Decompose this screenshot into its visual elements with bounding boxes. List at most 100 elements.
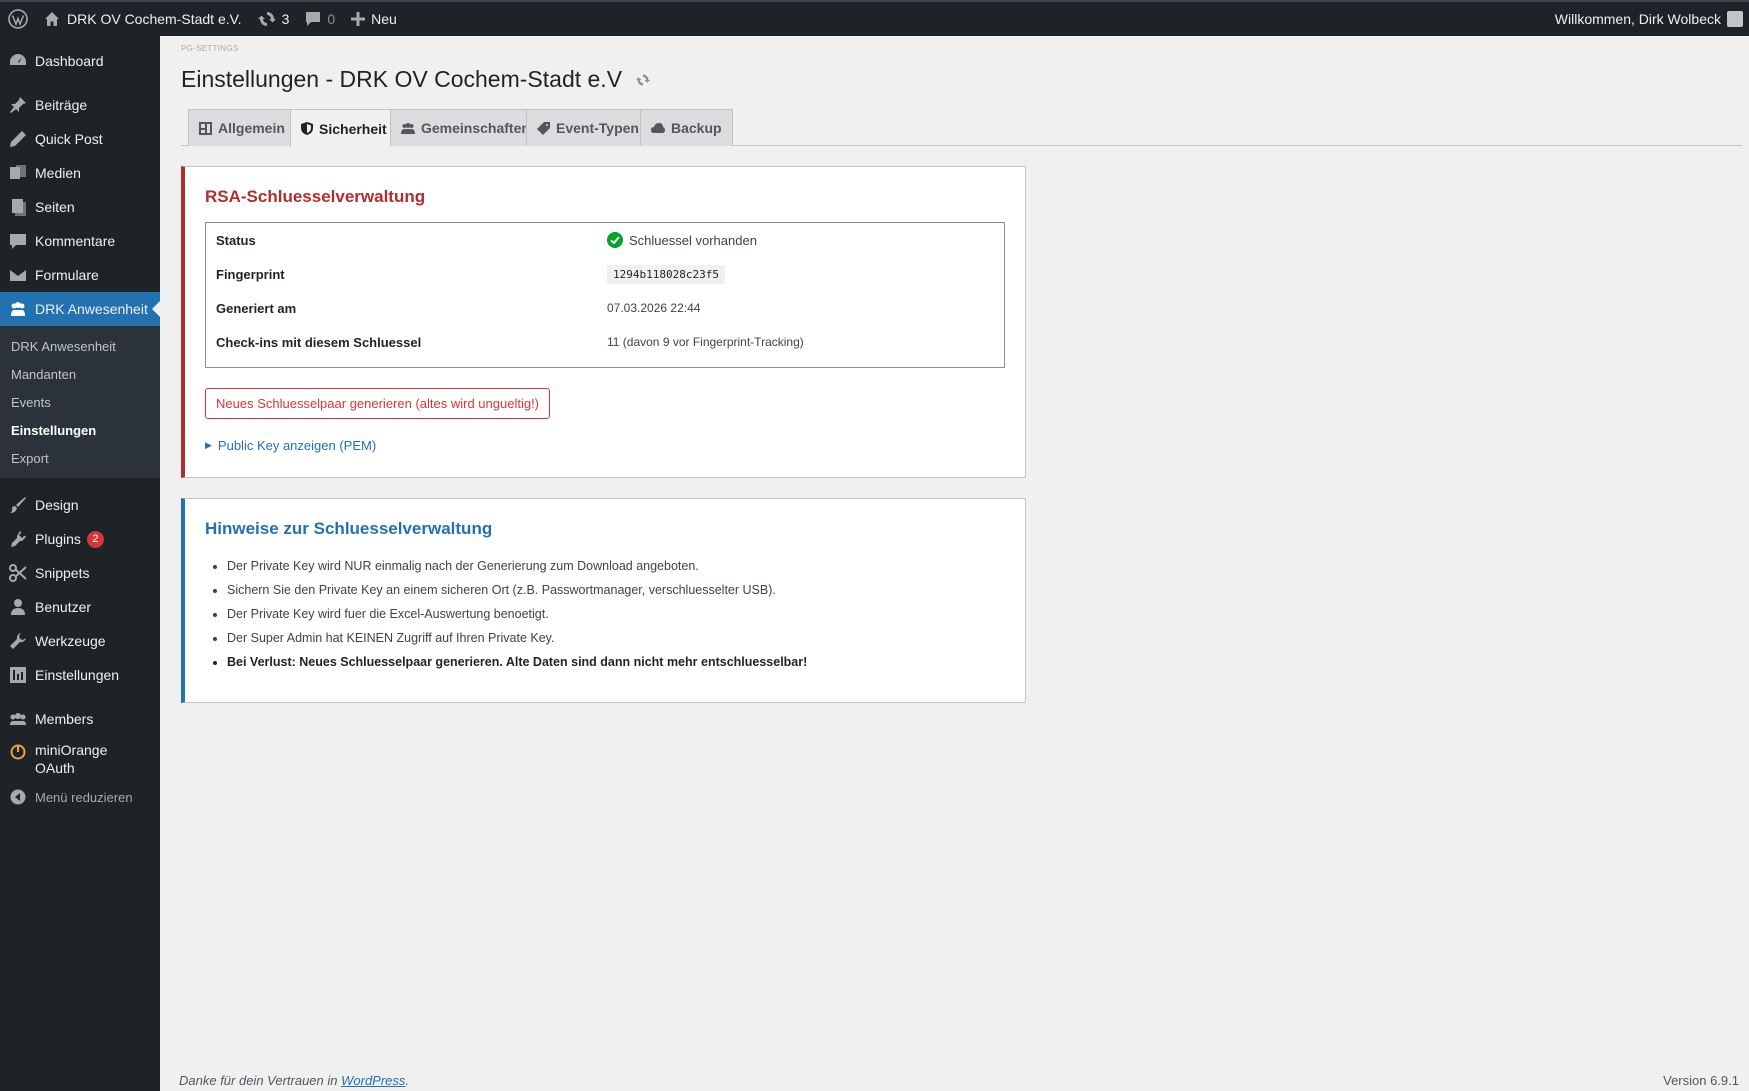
submenu-drk-anwesenheit[interactable]: DRK Anwesenheit: [0, 332, 160, 360]
menu-snippets[interactable]: Snippets: [0, 556, 160, 590]
public-key-toggle[interactable]: ▶ Public Key anzeigen (PEM): [205, 438, 376, 453]
tab-backup[interactable]: Backup: [640, 109, 733, 146]
page-icon: [8, 197, 28, 217]
greeting: Willkommen, Dirk Wolbeck: [1554, 11, 1721, 27]
menu-label: Snippets: [35, 565, 90, 581]
menu-beitraege[interactable]: Beiträge: [0, 88, 160, 122]
shield-icon: [301, 122, 313, 135]
menu-medien[interactable]: Medien: [0, 156, 160, 190]
media-icon: [8, 163, 28, 183]
menu-label: Medien: [35, 165, 81, 181]
row-label: Check-ins mit diesem Schluessel: [216, 334, 422, 350]
menu-label: miniOrange OAuth: [35, 742, 108, 776]
footer-thanks-prefix: Danke für dein Vertrauen in: [179, 1073, 342, 1088]
drk-submenu: DRK Anwesenheit Mandanten Events Einstel…: [0, 326, 160, 478]
scissors-icon: [8, 563, 28, 583]
menu-label: Benutzer: [35, 599, 92, 615]
page-title-text: Einstellungen - DRK OV Cochem-Stadt e.V: [181, 66, 623, 92]
dashboard-icon: [8, 51, 28, 71]
menu-drk-anwesenheit[interactable]: DRK Anwesenheit: [0, 292, 160, 326]
wordpress-logo-icon[interactable]: [0, 2, 36, 36]
submenu-export[interactable]: Export: [0, 444, 160, 472]
refresh-icon[interactable]: [636, 73, 651, 87]
main-content: PG-SETTINGS Einstellungen - DRK OV Coche…: [160, 36, 1749, 1091]
menu-label: DRK Anwesenheit: [35, 301, 148, 317]
list-item: Der Private Key wird NUR einmalig nach d…: [227, 557, 807, 581]
menu-kommentare[interactable]: Kommentare: [0, 224, 160, 258]
collapse-menu-button[interactable]: Menü reduzieren: [0, 780, 160, 814]
tab-gemeinschaften[interactable]: Gemeinschaften: [390, 109, 541, 146]
admin-sidebar: Dashboard Beiträge Quick Post Medien Sei…: [0, 36, 160, 1091]
menu-label: Formulare: [35, 267, 99, 283]
submenu-events[interactable]: Events: [0, 388, 160, 416]
tag-icon: [537, 121, 550, 135]
checkins-value: 11 (davon 9 vor Fingerprint-Tracking): [607, 335, 804, 349]
footer-thanks-suffix: .: [405, 1073, 410, 1088]
menu-seiten[interactable]: Seiten: [0, 190, 160, 224]
site-name-link[interactable]: DRK OV Cochem-Stadt e.V.: [36, 2, 250, 36]
status-value: Schluessel vorhanden: [607, 232, 757, 248]
status-text: Schluessel vorhanden: [629, 232, 757, 248]
plugin-icon: [8, 529, 28, 549]
key-hints-card: Hinweise zur Schluesselverwaltung Der Pr…: [181, 498, 1026, 703]
list-item: Sichern Sie den Private Key an einem sic…: [227, 581, 807, 605]
page-title: Einstellungen - DRK OV Cochem-Stadt e.V: [181, 66, 651, 93]
menu-design[interactable]: Design: [0, 488, 160, 522]
mail-icon: [8, 265, 28, 285]
footer-thanks: Danke für dein Vertrauen in WordPress.: [179, 1073, 409, 1088]
menu-dashboard[interactable]: Dashboard: [0, 44, 160, 78]
menu-miniorange-oauth[interactable]: miniOrange OAuth: [0, 736, 160, 780]
comment-icon: [305, 11, 321, 27]
row-label: Generiert am: [216, 300, 297, 316]
footer-version: Version 6.9.1: [1663, 1073, 1739, 1088]
menu-members[interactable]: Members: [0, 702, 160, 736]
rsa-key-card: RSA-Schluesselverwaltung Status Schluess…: [181, 166, 1026, 478]
pin-icon: [8, 95, 28, 115]
plugins-update-badge: 2: [86, 530, 104, 548]
user-icon: [8, 597, 28, 617]
menu-label: Seiten: [35, 199, 75, 215]
submenu-einstellungen[interactable]: Einstellungen: [0, 416, 160, 444]
submenu-mandanten[interactable]: Mandanten: [0, 360, 160, 388]
table-row: Status Schluessel vorhanden: [206, 231, 1004, 249]
pencil-icon: [8, 129, 28, 149]
account-menu[interactable]: Willkommen, Dirk Wolbeck: [1555, 11, 1749, 27]
menu-einstellungen[interactable]: Einstellungen: [0, 658, 160, 692]
row-label: Fingerprint: [216, 266, 285, 282]
menu-werkzeuge[interactable]: Werkzeuge: [0, 624, 160, 658]
menu-plugins[interactable]: Plugins 2: [0, 522, 160, 556]
menu-label: Design: [35, 497, 79, 513]
comments-link[interactable]: 0: [297, 2, 343, 36]
updates-icon: [257, 10, 276, 28]
pem-toggle-label: Public Key anzeigen (PEM): [217, 438, 377, 453]
rsa-heading: RSA-Schluesselverwaltung: [205, 187, 426, 206]
updates-link[interactable]: 3: [250, 2, 298, 36]
table-row: Check-ins mit diesem Schluessel 11 (davo…: [206, 333, 1004, 351]
menu-label: Quick Post: [35, 131, 103, 147]
menu-label: Dashboard: [35, 53, 104, 69]
updates-count: 3: [281, 11, 290, 27]
key-info-table: Status Schluessel vorhanden Fingerprint …: [205, 222, 1005, 368]
home-icon: [44, 11, 60, 27]
check-circle-icon: [607, 232, 623, 248]
disclosure-triangle-icon: ▶: [205, 440, 212, 450]
comment-icon: [8, 231, 28, 251]
new-content-link[interactable]: Neu: [343, 2, 405, 36]
plus-icon: [351, 12, 366, 26]
wordpress-link[interactable]: WordPress: [341, 1073, 405, 1088]
settings-icon: [8, 665, 28, 685]
fingerprint-code: 1294b118028c23f5: [607, 264, 725, 284]
tab-event-typen[interactable]: Event-Typen: [526, 109, 650, 146]
menu-quick-post[interactable]: Quick Post: [0, 122, 160, 156]
avatar: [1727, 11, 1743, 27]
tab-sicherheit[interactable]: Sicherheit: [290, 109, 398, 147]
menu-formulare[interactable]: Formulare: [0, 258, 160, 292]
tab-allgemein[interactable]: Allgemein: [188, 109, 296, 146]
hints-list: Der Private Key wird NUR einmalig nach d…: [227, 557, 807, 677]
menu-benutzer[interactable]: Benutzer: [0, 590, 160, 624]
regenerate-keypair-button[interactable]: Neues Schluesselpaar generieren (altes w…: [205, 388, 551, 419]
new-label: Neu: [371, 11, 397, 27]
miniorange-icon: [8, 741, 28, 761]
wrench-icon: [8, 631, 28, 651]
site-name: DRK OV Cochem-Stadt e.V.: [67, 11, 242, 27]
